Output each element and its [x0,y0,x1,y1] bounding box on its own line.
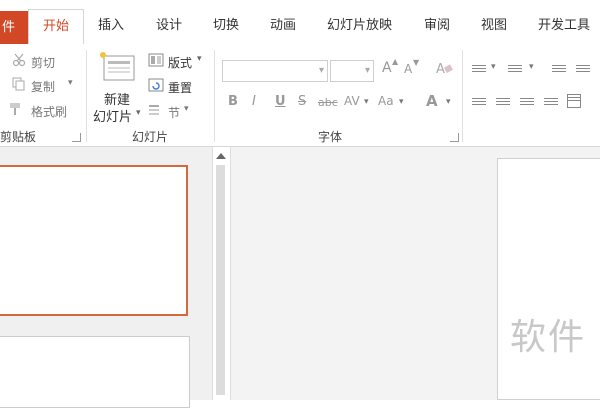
slide-canvas[interactable] [497,158,600,400]
font-color-dropdown-icon[interactable]: ▾ [446,97,451,107]
new-slide-icon [100,52,135,81]
font-color-button[interactable]: A [426,92,438,110]
clear-formatting-icon[interactable]: A [436,60,454,76]
grow-font-arrow-icon: ▲ [392,57,399,66]
tab-home[interactable]: 开始 [28,9,84,45]
section-dropdown-icon[interactable]: ▾ [184,104,189,114]
tab-transitions[interactable]: 切换 [213,14,239,33]
italic-button[interactable]: I [252,94,256,109]
numbering-dropdown-icon[interactable]: ▾ [529,62,534,72]
font-launcher-icon[interactable] [450,133,459,142]
tab-animations[interactable]: 动画 [270,14,296,33]
layout-button[interactable]: 版式 [168,54,192,71]
clipboard-launcher-icon[interactable] [72,133,81,142]
reset-button[interactable]: 重置 [168,79,192,96]
font-name-combobox[interactable]: ▾ [222,60,328,82]
increase-indent-icon[interactable] [576,63,590,75]
group-divider [86,50,87,142]
layout-dropdown-icon[interactable]: ▾ [197,54,202,64]
reset-icon [148,78,164,92]
watermark-text: 软件 [510,317,587,358]
scroll-up-arrow-icon[interactable] [216,153,226,159]
ribbon: 剪切 复制 ▾ 格式刷 剪贴板 新建 幻灯片 ▾ 版式 ▾ 重置 节 ▾ 幻灯片… [0,44,600,147]
tab-file[interactable]: 件 [0,11,28,45]
case-dropdown-icon[interactable]: ▾ [399,97,404,107]
format-painter-button[interactable]: 格式刷 [31,103,67,120]
shadow-button[interactable]: abc [318,96,338,109]
underline-button[interactable]: U [275,94,286,109]
change-case-button[interactable]: Aa [378,94,394,108]
section-button[interactable]: 节 [168,104,180,121]
slide-thumbnail-selected[interactable] [0,165,188,316]
layout-icon [148,53,164,67]
bullets-icon[interactable] [472,63,486,75]
strikethrough-button[interactable]: S [298,94,306,109]
bullets-dropdown-icon[interactable]: ▾ [491,62,496,72]
font-size-combobox[interactable]: ▾ [330,60,374,82]
align-right-icon[interactable] [520,96,534,108]
slides-group-label: 幻灯片 [132,130,169,144]
ribbon-tabs: 件 开始 插入 设计 切换 动画 幻灯片放映 审阅 视图 开发工具 [0,0,600,45]
tab-design[interactable]: 设计 [156,14,182,33]
align-left-icon[interactable] [472,96,486,108]
grow-font-button[interactable]: A [382,60,392,76]
align-center-icon[interactable] [496,96,510,108]
slide-thumbnail[interactable] [0,336,190,408]
tab-slideshow[interactable]: 幻灯片放映 [327,14,392,33]
tab-review[interactable]: 审阅 [424,14,450,33]
new-slide-label-line2[interactable]: 幻灯片 [93,106,132,125]
group-divider [462,50,463,142]
shrink-font-button[interactable]: A [404,62,412,76]
shrink-font-arrow-icon: ▼ [413,58,420,67]
decrease-indent-icon[interactable] [552,63,566,75]
chevron-down-icon[interactable]: ▾ [319,65,324,76]
new-slide-dropdown-icon[interactable]: ▾ [136,108,141,118]
clipboard-group-label: 剪贴板 [0,130,37,144]
tab-view[interactable]: 视图 [481,14,507,33]
scrollbar-thumb[interactable] [216,165,225,395]
thumbnail-scrollbar[interactable] [212,147,231,400]
tab-developer[interactable]: 开发工具 [538,14,590,33]
chevron-down-icon[interactable]: ▾ [365,65,370,76]
copy-dropdown-icon[interactable]: ▾ [68,78,73,88]
numbering-icon[interactable] [508,63,522,75]
distributed-icon[interactable] [567,94,581,108]
cut-button[interactable]: 剪切 [31,54,55,71]
copy-icon [12,77,25,91]
section-icon [149,105,159,115]
spacing-dropdown-icon[interactable]: ▾ [364,97,369,107]
svg-text:A: A [436,62,445,76]
group-divider [214,50,215,142]
bold-button[interactable]: B [228,94,238,109]
format-painter-icon [10,103,20,115]
scissors-icon [12,53,26,67]
copy-button[interactable]: 复制 [31,78,55,95]
justify-icon[interactable] [544,96,558,108]
tab-insert[interactable]: 插入 [98,14,124,33]
font-group-label: 字体 [318,130,343,144]
character-spacing-button[interactable]: AV [344,94,360,108]
